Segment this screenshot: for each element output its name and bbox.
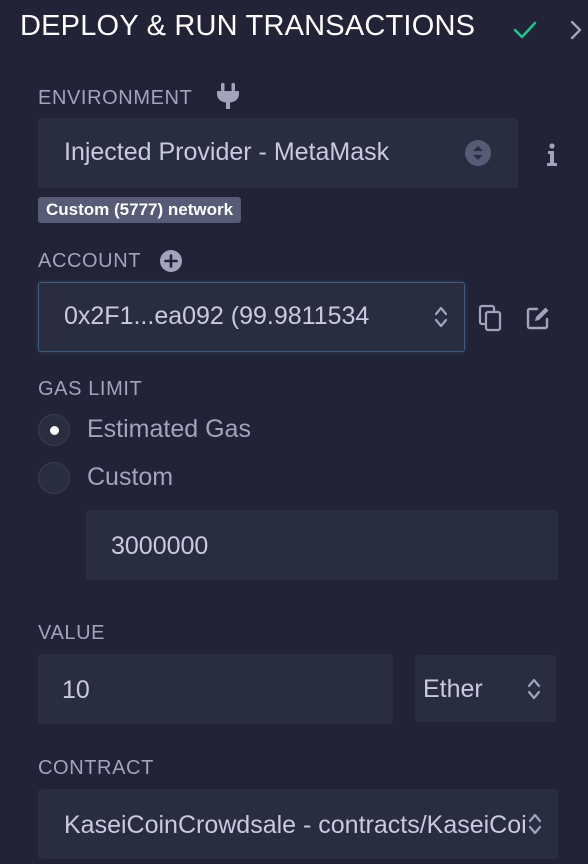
value-unit-select[interactable]: Ether	[415, 655, 556, 722]
panel-title: DEPLOY & RUN TRANSACTIONS	[20, 10, 476, 42]
gas-limit-label: GAS LIMIT	[38, 378, 143, 400]
copy-icon[interactable]	[478, 304, 502, 332]
radio-selected-dot	[50, 426, 59, 435]
plug-icon	[217, 83, 239, 109]
network-badge: Custom (5777) network	[38, 197, 242, 223]
estimated-gas-label[interactable]: Estimated Gas	[87, 415, 251, 444]
value-unit-select-value: Ether	[423, 675, 483, 703]
select-arrows-icon	[434, 306, 448, 328]
select-arrows-icon	[527, 678, 541, 700]
contract-select[interactable]: KaseiCoinCrowdsale - contracts/KaseiCoin…	[38, 789, 558, 859]
select-arrows-icon	[465, 140, 491, 166]
value-label: VALUE	[38, 622, 106, 644]
contract-select-value: KaseiCoinCrowdsale - contracts/KaseiCoin…	[64, 811, 526, 839]
estimated-gas-radio[interactable]	[38, 414, 70, 446]
plus-circle-icon[interactable]	[159, 249, 183, 273]
custom-gas-radio[interactable]	[38, 462, 70, 494]
contract-label: CONTRACT	[38, 757, 154, 779]
gas-limit-input-value: 3000000	[111, 532, 209, 560]
value-input[interactable]: 10	[38, 654, 393, 724]
account-label: ACCOUNT	[38, 250, 142, 272]
select-arrows-icon	[528, 813, 542, 835]
environment-label: ENVIRONMENT	[38, 87, 193, 109]
value-input-amount: 10	[62, 676, 90, 704]
check-icon	[513, 21, 537, 39]
environment-select[interactable]: Injected Provider - MetaMask	[38, 118, 518, 188]
custom-gas-label[interactable]: Custom	[87, 463, 173, 492]
account-select-value: 0x2F1...ea092 (99.9811534	[64, 302, 370, 330]
info-icon[interactable]	[544, 142, 560, 168]
edit-icon[interactable]	[525, 305, 551, 331]
chevron-right-icon[interactable]	[566, 14, 588, 44]
gas-limit-input[interactable]: 3000000	[86, 510, 558, 580]
environment-select-value: Injected Provider - MetaMask	[64, 138, 390, 166]
account-select[interactable]: 0x2F1...ea092 (99.9811534	[38, 282, 465, 352]
